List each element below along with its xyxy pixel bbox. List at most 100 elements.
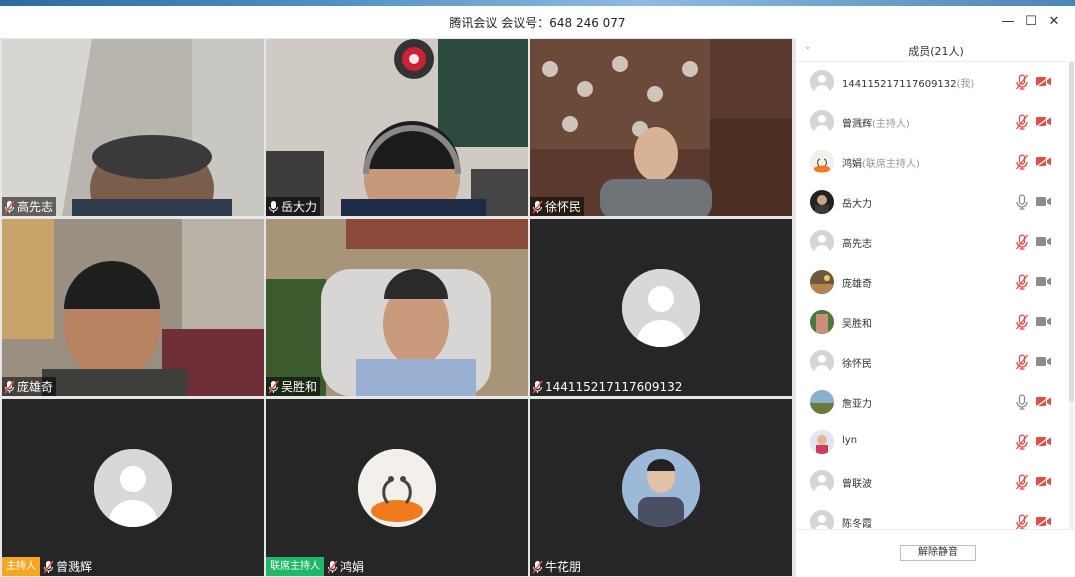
video-tile[interactable]: 庞雄奇 (2, 219, 264, 396)
default-avatar-icon (94, 449, 172, 527)
member-name-text: 144115217117609132 (842, 79, 957, 90)
video-tile[interactable]: 吴胜和 (266, 219, 528, 396)
camera-icon[interactable] (1035, 275, 1052, 288)
avatar (622, 449, 700, 527)
meeting-title: 腾讯会议 会议号：648 246 077 (449, 16, 626, 30)
video-tile[interactable]: 岳大力 (266, 39, 528, 216)
video-tile[interactable]: 徐怀民 (530, 39, 792, 216)
member-row[interactable]: 庞雄奇 (796, 262, 1068, 302)
video-tile[interactable]: 144115217117609132 (530, 219, 792, 396)
video-tile[interactable]: 联席主持人 鸿娟 (266, 399, 528, 576)
mic-muted-icon[interactable] (1015, 274, 1029, 290)
participant-video (2, 219, 264, 396)
member-name-text: 曾联波 (842, 479, 872, 490)
camera-off-icon[interactable] (1035, 435, 1052, 448)
mic-icon (269, 200, 278, 213)
participant-nametag: 牛花朋 (530, 557, 584, 576)
mic-icon[interactable] (1015, 194, 1029, 210)
camera-icon[interactable] (1035, 355, 1052, 368)
participant-nametag: 主持人 曾溅辉 (2, 557, 95, 576)
member-name-text: 陈冬霞 (842, 519, 872, 529)
member-list-scrollbar[interactable] (1069, 62, 1074, 529)
scrollbar-thumb[interactable] (1069, 62, 1074, 402)
mic-muted-icon[interactable] (1015, 434, 1029, 450)
member-row[interactable]: 陈冬霞 (796, 502, 1068, 529)
mic-muted-icon (43, 560, 54, 573)
member-name: 吴胜和 (842, 315, 872, 330)
member-row[interactable]: 曾联波 (796, 462, 1068, 502)
avatar (622, 269, 700, 347)
member-row[interactable]: 岳大力 (796, 182, 1068, 222)
mic-muted-icon[interactable] (1015, 154, 1029, 170)
camera-off-icon[interactable] (1035, 515, 1052, 528)
participant-nametag: 徐怀民 (530, 197, 585, 216)
mic-muted-icon[interactable] (1015, 314, 1029, 330)
participant-name: 吴胜和 (281, 380, 318, 394)
participant-name: 徐怀民 (545, 200, 582, 214)
member-avatar (810, 230, 834, 254)
participant-name: 岳大力 (281, 200, 318, 214)
video-grid: 高先志 岳大力 徐怀民 庞雄奇 吴胜和 144115217117609132 主… (0, 38, 795, 577)
member-name-text: 詹亚力 (842, 399, 872, 410)
member-role: (我) (956, 79, 975, 90)
participant-nametag: 吴胜和 (266, 377, 321, 396)
mic-muted-icon[interactable] (1015, 514, 1029, 529)
minimize-button[interactable]: — (997, 12, 1019, 32)
participant-name: 高先志 (17, 200, 54, 214)
member-row[interactable]: 徐怀民 (796, 342, 1068, 382)
member-row[interactable]: 詹亚力 (796, 382, 1068, 422)
host-badge: 主持人 (2, 557, 40, 576)
mic-muted-icon (268, 380, 279, 393)
member-row[interactable]: 鸿娟(联席主持人) (796, 142, 1068, 182)
member-avatar (810, 270, 834, 294)
camera-icon[interactable] (1035, 315, 1052, 328)
member-avatar (810, 390, 834, 414)
camera-icon[interactable] (1035, 235, 1052, 248)
video-tile[interactable]: 主持人 曾溅辉 (2, 399, 264, 576)
camera-off-icon[interactable] (1035, 75, 1052, 88)
mic-muted-icon (4, 380, 15, 393)
unmute-all-button[interactable]: 解除静音 (900, 545, 976, 561)
participant-nametag: 高先志 (2, 197, 57, 216)
member-name: 曾联波 (842, 475, 872, 490)
participant-nametag: 庞雄奇 (2, 377, 57, 396)
member-name-text: 吴胜和 (842, 319, 872, 330)
camera-off-icon[interactable] (1035, 155, 1052, 168)
mic-muted-icon[interactable] (1015, 114, 1029, 130)
member-row[interactable]: 曾溅辉(主持人) (796, 102, 1068, 142)
mic-muted-icon[interactable] (1015, 354, 1029, 370)
mic-muted-icon[interactable] (1015, 234, 1029, 250)
mic-muted-icon[interactable] (1015, 74, 1029, 90)
close-button[interactable]: ✕ (1043, 12, 1065, 32)
mic-icon[interactable] (1015, 394, 1029, 410)
member-avatar (810, 350, 834, 374)
camera-off-icon[interactable] (1035, 475, 1052, 488)
member-avatar (810, 110, 834, 134)
member-row[interactable]: lyn (796, 422, 1068, 462)
member-row[interactable]: 144115217117609132(我) (796, 62, 1068, 102)
member-name: 144115217117609132(我) (842, 75, 974, 90)
mic-muted-icon[interactable] (1015, 474, 1029, 490)
participant-name: 庞雄奇 (17, 380, 54, 394)
member-count-title: 成员(21人) (908, 45, 964, 58)
member-name-text: 庞雄奇 (842, 279, 872, 290)
maximize-button[interactable]: ☐ (1020, 12, 1042, 32)
member-row[interactable]: 吴胜和 (796, 302, 1068, 342)
camera-off-icon[interactable] (1035, 115, 1052, 128)
member-row[interactable]: 高先志 (796, 222, 1068, 262)
member-avatar (810, 430, 834, 454)
member-name: lyn (842, 435, 857, 446)
video-tile[interactable]: 高先志 (2, 39, 264, 216)
camera-icon[interactable] (1035, 195, 1052, 208)
camera-off-icon[interactable] (1035, 395, 1052, 408)
avatar (94, 449, 172, 527)
video-tile[interactable]: 牛花朋 (530, 399, 792, 576)
participant-name: 鸿娟 (340, 560, 365, 574)
participant-video (2, 39, 264, 216)
title-bar: 腾讯会议 会议号：648 246 077 — ☐ ✕ (0, 6, 1075, 38)
member-role: (主持人) (872, 119, 910, 130)
participant-nametag: 144115217117609132 (530, 377, 685, 396)
member-name: 岳大力 (842, 195, 872, 210)
member-name-text: 高先志 (842, 239, 872, 250)
member-avatar (810, 470, 834, 494)
